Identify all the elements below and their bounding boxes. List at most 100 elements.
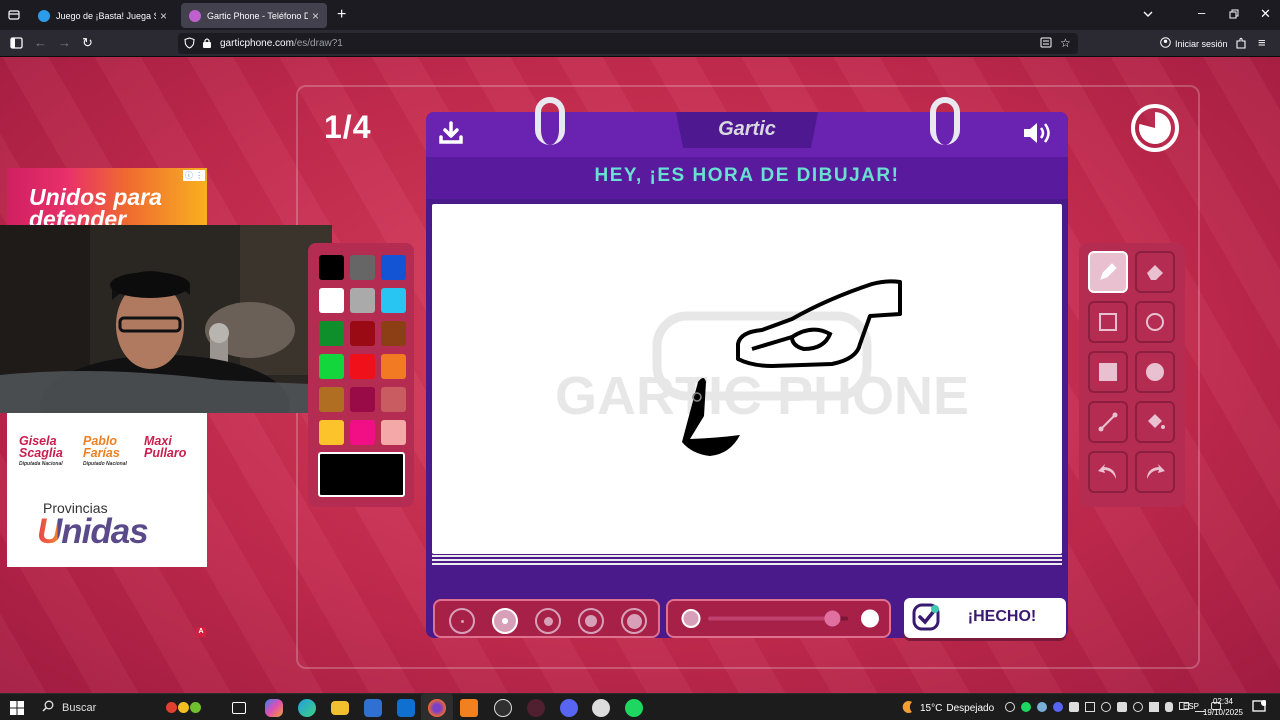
notebook-page-edge <box>432 563 1062 565</box>
edge-icon[interactable] <box>298 699 316 717</box>
url-host: garticphone.com <box>220 38 294 49</box>
redo-tool[interactable] <box>1135 451 1175 493</box>
round-counter: 1/4 <box>324 109 372 145</box>
signin-button[interactable]: Iniciar sesión <box>1160 37 1228 50</box>
color-swatch[interactable] <box>319 420 344 445</box>
candidate-last-name: Pullaro <box>144 446 187 460</box>
outlook-icon[interactable] <box>397 699 415 717</box>
spotify-icon[interactable] <box>625 699 643 717</box>
draw-heading: HEY, ¡ES HORA DE DIBUJAR! <box>594 165 900 186</box>
ad-banner-top[interactable]: Unidos para defender ⓘ ⋮ <box>7 168 207 230</box>
shield-icon[interactable] <box>184 37 195 51</box>
undo-tool[interactable] <box>1088 451 1128 493</box>
search-icon <box>42 700 54 715</box>
line-tool[interactable] <box>1088 401 1128 443</box>
tab-list-icon[interactable] <box>8 9 20 23</box>
app-icon[interactable] <box>527 699 545 717</box>
windows-start-icon[interactable] <box>10 701 24 720</box>
brush-size-option[interactable] <box>578 608 604 634</box>
bucket-fill-tool[interactable] <box>1135 401 1175 443</box>
app-icon[interactable] <box>592 699 610 717</box>
fl-studio-icon[interactable] <box>460 699 478 717</box>
copilot-icon[interactable] <box>265 699 283 717</box>
color-swatch[interactable] <box>381 387 406 412</box>
color-swatch[interactable] <box>381 420 406 445</box>
account-icon <box>1160 37 1171 50</box>
rectangle-outline-tool[interactable] <box>1088 301 1128 343</box>
color-swatch[interactable] <box>319 321 344 346</box>
back-icon[interactable]: ← <box>34 36 47 49</box>
sidebar-icon[interactable] <box>10 37 23 51</box>
clock[interactable]: 02:34 19/10/2025 <box>1202 696 1244 718</box>
list-all-tabs-icon[interactable] <box>1142 8 1154 22</box>
brush-size-option[interactable] <box>449 608 475 634</box>
candidate-last-name: Scaglia <box>19 446 63 460</box>
color-swatch[interactable] <box>381 255 406 280</box>
ad-banner-bottom[interactable]: Gisela Scaglia Diputada Nacional Pablo F… <box>7 413 207 567</box>
weather-icon <box>900 700 916 717</box>
brush-size-option[interactable] <box>535 608 561 634</box>
discord-icon[interactable] <box>560 699 578 717</box>
color-swatch[interactable] <box>319 255 344 280</box>
weather-temp: 15°C <box>920 703 943 714</box>
close-window-icon[interactable]: ✕ <box>1260 7 1271 20</box>
taskbar-search[interactable]: Buscar <box>34 697 224 718</box>
eraser-tool[interactable] <box>1135 251 1175 293</box>
forward-icon[interactable]: → <box>58 36 71 49</box>
brush-size-option[interactable] <box>492 608 518 634</box>
color-swatch[interactable] <box>319 288 344 313</box>
sound-icon[interactable] <box>1022 120 1054 151</box>
lock-icon[interactable] <box>202 37 212 51</box>
color-swatch[interactable] <box>350 387 375 412</box>
pencil-tool[interactable] <box>1088 251 1128 293</box>
store-icon[interactable] <box>364 699 382 717</box>
tab-gartic[interactable]: Gartic Phone - Teléfono Descon × <box>181 3 327 28</box>
close-tab-icon[interactable]: × <box>160 9 167 23</box>
reader-view-icon[interactable] <box>1040 37 1052 50</box>
url-bar[interactable]: garticphone.com/es/draw?1 ☆ <box>178 33 1078 54</box>
circle-outline-tool[interactable] <box>1135 301 1175 343</box>
color-swatch[interactable] <box>350 420 375 445</box>
notifications-icon[interactable] <box>1252 700 1267 719</box>
ad-info-icon[interactable]: ⓘ ⋮ <box>183 170 205 181</box>
color-swatch[interactable] <box>381 354 406 379</box>
done-button[interactable]: ¡HECHO! <box>904 598 1066 638</box>
clock-time: 02:34 <box>1212 697 1234 706</box>
restore-window-icon[interactable] <box>1229 8 1239 21</box>
webcam-overlay <box>0 225 332 413</box>
task-view-icon[interactable] <box>232 702 246 714</box>
drawing-canvas[interactable]: GARTIC PHONE <box>432 204 1062 554</box>
gartic-phone-watermark: GARTIC PHONE <box>555 311 969 426</box>
color-swatch[interactable] <box>350 288 375 313</box>
download-icon[interactable] <box>438 121 464 150</box>
color-swatch[interactable] <box>350 255 375 280</box>
watermark-text: GARTIC PHONE <box>555 366 969 426</box>
color-swatch[interactable] <box>350 354 375 379</box>
circle-fill-tool[interactable] <box>1135 351 1175 393</box>
opacity-slider[interactable] <box>666 599 891 638</box>
file-explorer-icon[interactable] <box>331 701 349 715</box>
color-swatch[interactable] <box>350 321 375 346</box>
new-tab-icon[interactable]: + <box>337 7 346 23</box>
tab-basta[interactable]: Juego de ¡Basta! Juega Stop, Tu × <box>30 3 175 28</box>
weather-widget[interactable]: 15°C Despejado <box>900 700 994 717</box>
ad-brand-bottom: Unidas <box>37 512 149 551</box>
extensions-icon[interactable] <box>1235 37 1247 51</box>
rectangle-fill-tool[interactable] <box>1088 351 1128 393</box>
color-swatch[interactable] <box>319 387 344 412</box>
circle-outline-icon <box>1146 313 1164 331</box>
color-swatch[interactable] <box>319 354 344 379</box>
bookmark-star-icon[interactable]: ☆ <box>1060 37 1071 49</box>
minimize-window-icon[interactable]: – <box>1198 6 1205 19</box>
reload-icon[interactable]: ↻ <box>82 36 93 49</box>
language-indicator[interactable]: ESP <box>1183 702 1199 711</box>
ad-top-text: Unidos para defender <box>29 184 162 231</box>
obs-icon[interactable] <box>494 699 512 717</box>
color-swatch[interactable] <box>381 321 406 346</box>
close-tab-icon[interactable]: × <box>312 9 319 23</box>
redo-icon <box>1147 464 1165 479</box>
menu-icon[interactable]: ≡ <box>1258 36 1266 49</box>
browser-tab-bar: Juego de ¡Basta! Juega Stop, Tu × Gartic… <box>0 0 1280 30</box>
brush-size-option[interactable] <box>621 608 647 634</box>
color-swatch[interactable] <box>381 288 406 313</box>
